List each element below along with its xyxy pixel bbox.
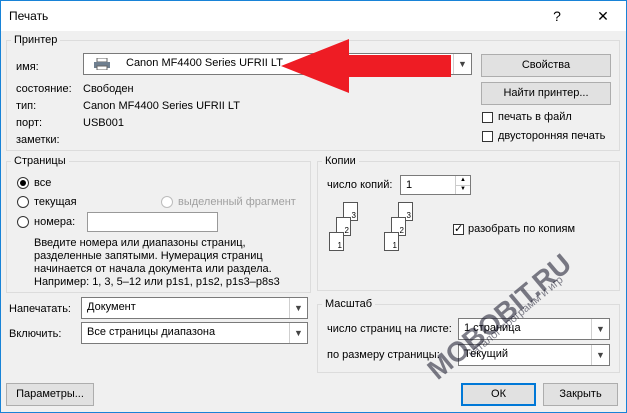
ok-button[interactable]: ОК <box>461 383 536 406</box>
pages-numbers-label: номера: <box>34 216 76 228</box>
window-title: Печать <box>9 9 49 23</box>
pages-current-label: текущая <box>34 196 77 208</box>
close-window-button[interactable]: ✕ <box>580 1 626 31</box>
chevron-down-icon[interactable]: ▼ <box>289 323 307 343</box>
options-button[interactable]: Параметры... <box>6 383 94 406</box>
print-to-file-checkbox[interactable] <box>482 112 493 123</box>
notes-label: заметки: <box>16 134 60 146</box>
sheet-icon: 1 <box>384 232 399 251</box>
collate-label: разобрать по копиям <box>468 223 576 235</box>
pages-per-sheet-label: число страниц на листе: <box>327 323 452 335</box>
cancel-button[interactable]: Закрыть <box>543 383 618 406</box>
pages-group-label: Страницы <box>14 155 66 167</box>
status-label: состояние: <box>16 83 72 95</box>
sheet-icon: 1 <box>329 232 344 251</box>
spinner-down-icon[interactable]: ▼ <box>455 185 470 194</box>
port-label: порт: <box>16 117 43 129</box>
include-label: Включить: <box>9 328 62 340</box>
pages-numbers-input[interactable] <box>87 212 218 232</box>
type-value: Canon MF4400 Series UFRII LT <box>83 100 240 112</box>
find-printer-button[interactable]: Найти принтер... <box>481 82 611 105</box>
chevron-down-icon[interactable]: ▼ <box>591 319 609 339</box>
chevron-down-icon[interactable]: ▼ <box>453 54 471 74</box>
print-what-select[interactable]: Документ ▼ <box>81 297 308 319</box>
printer-group-label: Принтер <box>14 34 58 46</box>
red-arrow-annotation <box>281 39 451 93</box>
printer-name-value: Canon MF4400 Series UFRII LT <box>126 57 283 69</box>
pages-all-radio[interactable] <box>17 177 29 189</box>
print-to-file-label: печать в файл <box>498 111 572 123</box>
pages-hint-line2: разделенные запятыми. Нумерация страниц <box>34 250 263 262</box>
pages-hint-line1: Введите номера или диапазоны страниц, <box>34 237 246 249</box>
port-value: USB001 <box>83 117 124 129</box>
chevron-down-icon[interactable]: ▼ <box>591 345 609 365</box>
print-what-value: Документ <box>87 301 136 313</box>
print-what-label: Напечатать: <box>9 303 71 315</box>
pages-selection-label: выделенный фрагмент <box>178 196 296 208</box>
title-bar: Печать ? ✕ <box>1 1 626 31</box>
status-value: Свободен <box>83 83 134 95</box>
pages-numbers-radio[interactable] <box>17 216 29 228</box>
collate-checkbox[interactable] <box>453 222 464 235</box>
copies-group-label: Копии <box>325 155 356 167</box>
duplex-checkbox[interactable] <box>482 131 493 142</box>
chevron-down-icon[interactable]: ▼ <box>289 298 307 318</box>
properties-button[interactable]: Свойства <box>481 54 611 77</box>
type-label: тип: <box>16 100 37 112</box>
copies-count-value: 1 <box>406 179 413 191</box>
printer-name-label: имя: <box>16 61 39 73</box>
copies-count-spinner[interactable]: 1 ▲ ▼ <box>400 175 471 195</box>
print-dialog: Печать ? ✕ Принтер имя: Canon MF4400 Ser… <box>0 0 627 413</box>
pages-hint-line4: Например: 1, 3, 5–12 или p1s1, p1s2, p1s… <box>34 276 280 288</box>
help-button[interactable]: ? <box>534 1 580 31</box>
include-select[interactable]: Все страницы диапазона ▼ <box>81 322 308 344</box>
copies-count-label: число копий: <box>327 179 393 191</box>
include-value: Все страницы диапазона <box>87 326 216 338</box>
pages-current-radio[interactable] <box>17 196 29 208</box>
pages-all-label: все <box>34 177 52 189</box>
pages-hint-line3: начинается от начала документа или разде… <box>34 263 272 275</box>
duplex-label: двусторонняя печать <box>498 130 606 142</box>
zoom-group-label: Масштаб <box>325 298 373 310</box>
pages-selection-radio[interactable] <box>161 196 173 208</box>
printer-icon <box>94 57 110 71</box>
